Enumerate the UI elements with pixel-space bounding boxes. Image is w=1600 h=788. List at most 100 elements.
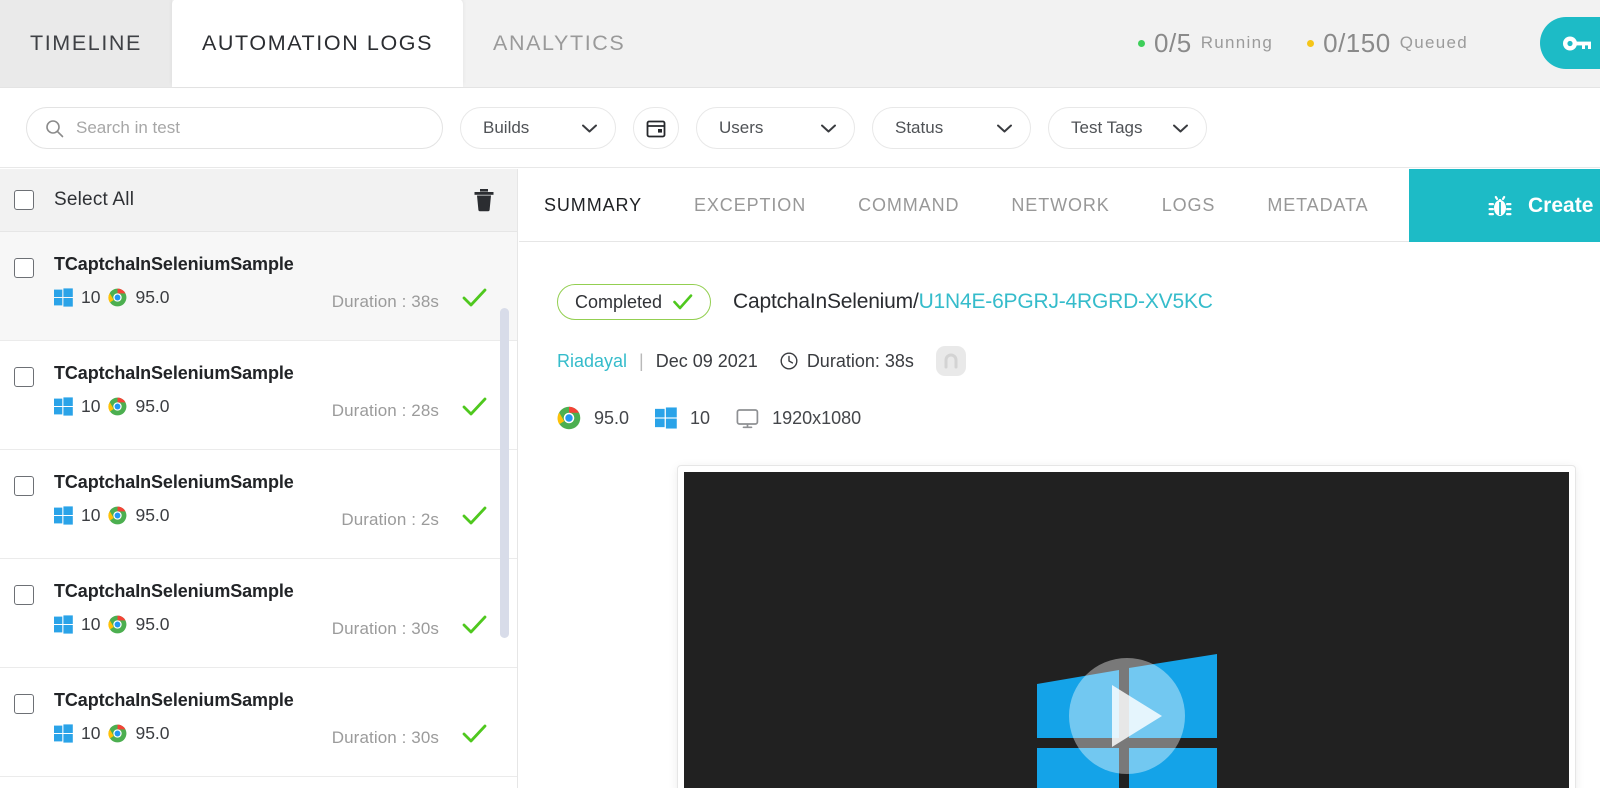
status-dropdown-label: Status — [895, 118, 944, 137]
tab-exception[interactable]: EXCEPTION — [668, 195, 832, 216]
test-duration: Duration : 38s — [331, 292, 439, 311]
top-status-area: 0/5 Running 0/150 Queued — [1138, 0, 1600, 87]
calendar-icon — [646, 120, 666, 138]
test-status-icon — [462, 397, 487, 422]
test-name: CaptchaInSelenium — [733, 290, 913, 313]
search-icon — [46, 119, 64, 137]
test-row-checkbox[interactable] — [14, 367, 34, 387]
windows-icon — [655, 407, 677, 429]
tab-timeline-label: TIMELINE — [30, 30, 142, 55]
summary-header: Completed CaptchaInSelenium/U1N4E-6PGRJ-… — [557, 284, 1600, 320]
filter-bar: Search in test Builds Users Status Test … — [0, 89, 1600, 168]
browser-version: 95.0 — [135, 287, 170, 307]
search-input[interactable]: Search in test — [76, 118, 180, 138]
check-icon — [462, 615, 487, 634]
windows-icon — [54, 724, 73, 743]
user-link[interactable]: Riadayal — [557, 351, 627, 372]
windows-icon — [54, 397, 73, 416]
status-running: 0/5 Running — [1138, 28, 1273, 59]
chrome-icon — [108, 397, 127, 416]
queued-dot-icon — [1307, 39, 1315, 47]
windows-icon — [54, 506, 73, 525]
test-duration: Duration : 2s — [341, 510, 439, 529]
builds-dropdown-label: Builds — [483, 118, 530, 137]
tab-summary[interactable]: SUMMARY — [519, 195, 668, 216]
os-version: 10 — [81, 723, 101, 743]
builds-dropdown[interactable]: Builds — [460, 107, 616, 149]
chrome-icon — [108, 615, 127, 634]
check-icon — [462, 506, 487, 525]
browser-version: 95.0 — [135, 396, 170, 416]
test-list-item[interactable]: TCaptchaInSeleniumSample 10 95.0 Duratio… — [0, 232, 517, 341]
test-list-item[interactable]: TCaptchaInSeleniumSample 10 95.0 Duratio… — [0, 450, 517, 559]
test-name: TCaptchaInSeleniumSample — [54, 363, 294, 383]
test-row-checkbox[interactable] — [14, 694, 34, 714]
tab-automation-logs-label: AUTOMATION LOGS — [201, 30, 434, 55]
browser-version: 95.0 — [135, 505, 170, 525]
tab-logs-label: LOGS — [1161, 194, 1216, 215]
test-row-checkbox[interactable] — [14, 585, 34, 605]
test-name: TCaptchaInSeleniumSample — [54, 581, 294, 601]
test-list-item[interactable]: TCaptchaInSeleniumSample 10 95.0 Duratio… — [0, 341, 517, 450]
chrome-icon — [108, 288, 127, 307]
video-player[interactable] — [678, 466, 1575, 788]
test-list-item[interactable]: TCaptchaInSeleniumSample 10 95.0 Duratio… — [0, 668, 517, 777]
tab-network-label: NETWORK — [1011, 194, 1110, 215]
run-duration: Duration: 38s — [806, 350, 914, 371]
trash-icon — [474, 189, 494, 212]
test-row-checkbox[interactable] — [14, 258, 34, 278]
tab-automation-logs[interactable]: AUTOMATION LOGS — [171, 0, 464, 87]
test-name: TCaptchaInSeleniumSample — [54, 472, 294, 492]
test-list[interactable]: TCaptchaInSeleniumSample 10 95.0 Duratio… — [0, 232, 517, 788]
create-issue-label: Create — [1528, 193, 1594, 217]
select-all-checkbox[interactable] — [14, 190, 34, 210]
tab-network[interactable]: NETWORK — [985, 195, 1135, 216]
create-issue-button[interactable]: Create — [1409, 169, 1600, 242]
top-tab-bar: TIMELINE AUTOMATION LOGS ANALYTICS 0/5 R… — [0, 0, 1600, 88]
date-picker-button[interactable] — [633, 107, 679, 149]
chrome-icon — [108, 724, 127, 743]
test-tags-dropdown[interactable]: Test Tags — [1048, 107, 1207, 149]
automation-logs-page: TIMELINE AUTOMATION LOGS ANALYTICS 0/5 R… — [0, 0, 1600, 788]
queued-label: Queued — [1399, 33, 1468, 52]
test-tags-dropdown-label: Test Tags — [1071, 118, 1143, 137]
search-box[interactable]: Search in test — [26, 107, 443, 149]
chrome-icon — [557, 406, 581, 430]
test-name: TCaptchaInSeleniumSample — [54, 254, 294, 274]
users-dropdown-label: Users — [719, 118, 764, 137]
session-id-link[interactable]: U1N4E-6PGRJ-4RGRD-XV5KC — [919, 290, 1213, 313]
tab-analytics[interactable]: ANALYTICS — [463, 0, 656, 87]
test-duration: Duration : 28s — [331, 401, 439, 420]
check-icon — [462, 288, 487, 307]
sidebar-scrollbar[interactable] — [500, 308, 509, 638]
summary-meta: Riadayal | Dec 09 2021 Duration: 38s — [557, 346, 1600, 376]
running-label: Running — [1200, 33, 1274, 52]
test-status-icon — [462, 615, 487, 640]
tab-command[interactable]: COMMAND — [832, 195, 985, 216]
test-duration: Duration : 30s — [331, 728, 439, 747]
select-all-bar: Select All — [0, 169, 517, 232]
page-title: CaptchaInSelenium/U1N4E-6PGRJ-4RGRD-XV5K… — [733, 290, 1213, 314]
os-version: 10 — [81, 396, 101, 416]
test-status-icon — [462, 724, 487, 749]
users-dropdown[interactable]: Users — [696, 107, 855, 149]
clock-icon — [780, 352, 798, 370]
test-row-checkbox[interactable] — [14, 476, 34, 496]
tab-metadata[interactable]: METADATA — [1241, 195, 1394, 216]
monitor-icon — [736, 408, 759, 428]
check-icon — [673, 294, 693, 310]
play-icon[interactable] — [1066, 655, 1188, 777]
os-version: 10 — [690, 407, 711, 428]
status-dropdown[interactable]: Status — [872, 107, 1031, 149]
avatar — [935, 346, 966, 376]
tab-timeline[interactable]: TIMELINE — [0, 0, 172, 87]
chevron-down-icon — [1173, 124, 1188, 132]
access-key-button[interactable] — [1540, 17, 1600, 69]
summary-content: Completed CaptchaInSelenium/U1N4E-6PGRJ-… — [519, 242, 1600, 788]
os-version: 10 — [81, 505, 101, 525]
tab-logs[interactable]: LOGS — [1136, 195, 1242, 216]
browser-version: 95.0 — [594, 407, 630, 428]
test-list-item[interactable]: TCaptchaInSeleniumSample 10 95.0 Duratio… — [0, 559, 517, 668]
run-date: Dec 09 2021 — [655, 350, 758, 371]
delete-selected-button[interactable] — [473, 188, 495, 212]
